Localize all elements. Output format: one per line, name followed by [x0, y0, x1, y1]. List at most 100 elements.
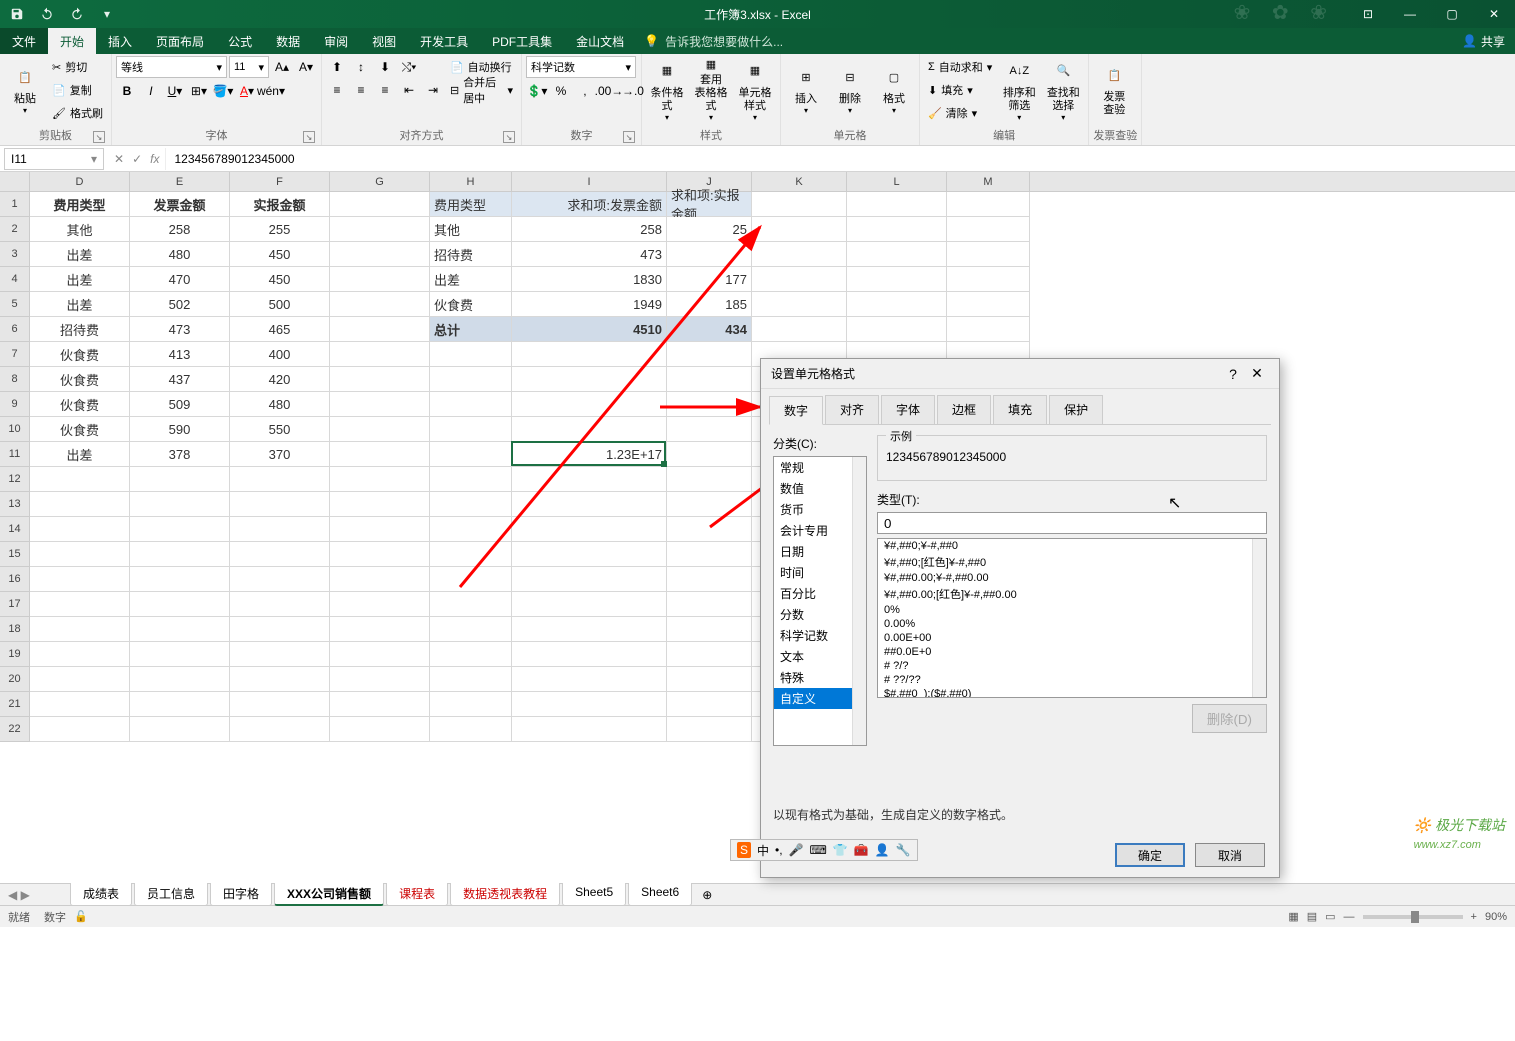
select-all-corner[interactable] [0, 172, 30, 191]
font-dialog-launcher[interactable]: ↘ [303, 131, 315, 143]
format-code-item[interactable]: 0% [878, 603, 1266, 617]
cell[interactable]: 480 [130, 242, 230, 267]
tab-layout[interactable]: 页面布局 [144, 28, 216, 54]
cell[interactable] [230, 667, 330, 692]
ime-punct-icon[interactable]: •, [775, 843, 783, 857]
sort-filter-button[interactable]: A↓Z排序和筛选▾ [998, 56, 1040, 122]
cell[interactable] [330, 367, 430, 392]
cell[interactable] [230, 592, 330, 617]
cell[interactable] [430, 542, 512, 567]
qat-more-icon[interactable]: ▾ [94, 2, 120, 26]
cell[interactable]: 其他 [430, 217, 512, 242]
align-dialog-launcher[interactable]: ↘ [503, 131, 515, 143]
format-code-item[interactable]: $#,##0_);($#,##0) [878, 687, 1266, 698]
format-code-item[interactable]: ##0.0E+0 [878, 645, 1266, 659]
cell[interactable] [130, 517, 230, 542]
cell[interactable]: 550 [230, 417, 330, 442]
fill-button[interactable]: ⬇ 填充 ▾ [924, 79, 996, 101]
sheet-nav[interactable]: ◀ ▶ [0, 888, 70, 902]
cell[interactable] [512, 717, 667, 742]
cell[interactable] [130, 617, 230, 642]
sheet-tab[interactable]: Sheet5 [562, 883, 626, 906]
cell[interactable] [512, 692, 667, 717]
row-header[interactable]: 7 [0, 342, 29, 367]
category-scrollbar[interactable] [852, 457, 866, 745]
cell[interactable] [847, 192, 947, 217]
cell[interactable]: 450 [230, 267, 330, 292]
cell[interactable] [430, 642, 512, 667]
row-header[interactable]: 9 [0, 392, 29, 417]
col-header[interactable]: H [430, 172, 512, 191]
dialog-tab[interactable]: 保护 [1049, 395, 1103, 424]
sheet-tab[interactable]: Sheet6 [628, 883, 692, 906]
clear-button[interactable]: 🧹 清除 ▾ [924, 102, 996, 124]
cell[interactable] [130, 692, 230, 717]
cell[interactable] [752, 292, 847, 317]
cell[interactable] [512, 667, 667, 692]
decrease-decimal-icon[interactable]: →.0 [622, 80, 644, 102]
cell[interactable] [330, 242, 430, 267]
cell[interactable] [30, 717, 130, 742]
cell[interactable] [430, 667, 512, 692]
cell[interactable]: 伙食费 [30, 342, 130, 367]
row-header[interactable]: 6 [0, 317, 29, 342]
cell[interactable] [512, 592, 667, 617]
row-header[interactable]: 12 [0, 467, 29, 492]
worksheet-area[interactable]: DEFGHIJKLM 12345678910111213141516171819… [0, 172, 1515, 883]
zoom-out-icon[interactable]: — [1344, 911, 1355, 923]
cell[interactable] [847, 267, 947, 292]
format-code-item[interactable]: # ?/? [878, 659, 1266, 673]
col-header[interactable]: I [512, 172, 667, 191]
indent-decrease-icon[interactable]: ⇤ [398, 79, 420, 101]
tab-pdf[interactable]: PDF工具集 [480, 28, 564, 54]
cell[interactable] [130, 567, 230, 592]
maximize-icon[interactable]: ▢ [1431, 0, 1473, 28]
cell[interactable]: 出差 [30, 267, 130, 292]
cell[interactable] [230, 717, 330, 742]
cell[interactable]: 求和项:发票金额 [512, 192, 667, 217]
cell[interactable]: 258 [512, 217, 667, 242]
cell[interactable] [130, 667, 230, 692]
dialog-tab[interactable]: 对齐 [825, 395, 879, 424]
save-icon[interactable] [4, 2, 30, 26]
cell[interactable]: 465 [230, 317, 330, 342]
cell[interactable] [30, 542, 130, 567]
format-code-item[interactable]: 0.00% [878, 617, 1266, 631]
invoice-check-button[interactable]: 📋发票 查验 [1093, 56, 1135, 122]
format-code-item[interactable]: # ??/?? [878, 673, 1266, 687]
cell[interactable] [330, 542, 430, 567]
cell[interactable]: 400 [230, 342, 330, 367]
cancel-formula-icon[interactable]: ✕ [114, 152, 124, 166]
row-header[interactable]: 20 [0, 667, 29, 692]
row-header[interactable]: 11 [0, 442, 29, 467]
col-header[interactable]: F [230, 172, 330, 191]
cell[interactable] [667, 517, 752, 542]
cell[interactable] [230, 517, 330, 542]
cell[interactable] [30, 592, 130, 617]
cell[interactable] [230, 492, 330, 517]
cell[interactable] [330, 392, 430, 417]
cell[interactable] [430, 717, 512, 742]
cell[interactable] [512, 642, 667, 667]
cell[interactable] [330, 517, 430, 542]
row-header[interactable]: 21 [0, 692, 29, 717]
cell[interactable] [330, 342, 430, 367]
col-header[interactable]: M [947, 172, 1030, 191]
cell[interactable]: 求和项:实报金额 [667, 192, 752, 217]
col-header[interactable]: G [330, 172, 430, 191]
ime-voice-icon[interactable]: 🎤 [789, 843, 804, 857]
cell[interactable] [130, 717, 230, 742]
ime-skin-icon[interactable]: 👕 [833, 843, 848, 857]
cell[interactable] [430, 342, 512, 367]
cell[interactable] [947, 267, 1030, 292]
cell[interactable] [330, 267, 430, 292]
row-header[interactable]: 16 [0, 567, 29, 592]
cell[interactable]: 总计 [430, 317, 512, 342]
decrease-font-icon[interactable]: A▾ [295, 56, 317, 78]
border-icon[interactable]: ⊞▾ [188, 80, 210, 102]
col-header[interactable]: K [752, 172, 847, 191]
cell[interactable] [130, 492, 230, 517]
cell[interactable] [430, 567, 512, 592]
share-button[interactable]: 👤 共享 [1452, 28, 1515, 54]
format-list-scrollbar[interactable] [1252, 539, 1266, 697]
